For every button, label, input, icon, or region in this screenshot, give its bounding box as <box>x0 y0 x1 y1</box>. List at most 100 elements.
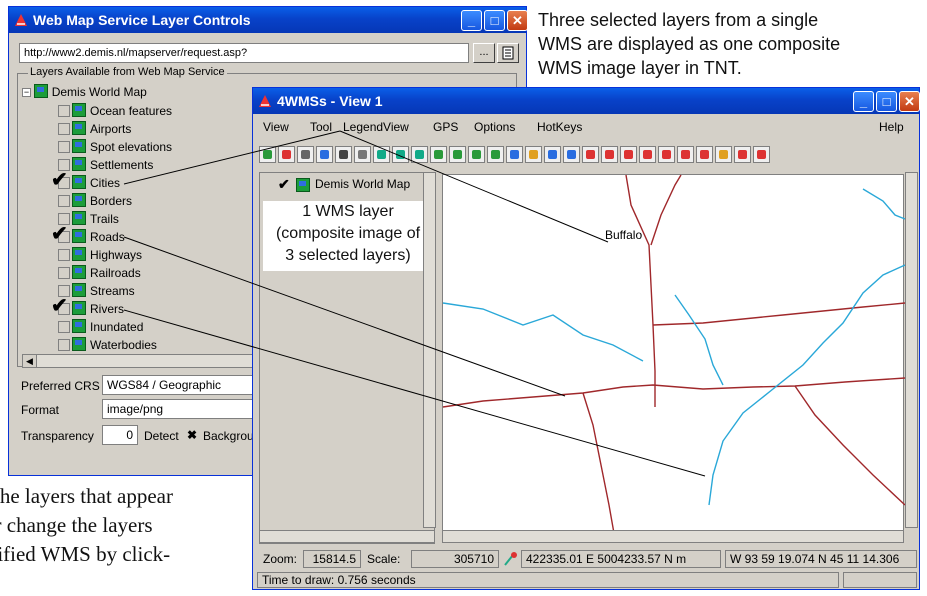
collapse-icon[interactable]: − <box>22 88 31 97</box>
status-cell <box>843 572 917 588</box>
toolbar-tool-button[interactable] <box>734 146 751 163</box>
layer-label: Railroads <box>90 266 141 280</box>
layer-checkbox[interactable] <box>58 267 70 279</box>
map-canvas[interactable]: Buffalo <box>442 174 906 540</box>
minimize-icon[interactable]: _ <box>461 10 482 31</box>
toolbar-tool-button[interactable] <box>354 146 371 163</box>
toolbar-tool-button[interactable] <box>430 146 447 163</box>
toolbar-tool-button[interactable] <box>677 146 694 163</box>
maximize-icon[interactable]: □ <box>876 91 897 112</box>
tree-root-item[interactable]: − Demis World Map <box>22 84 147 100</box>
transparency-field[interactable]: 0 <box>102 425 138 445</box>
toolbar-tool-button[interactable] <box>696 146 713 163</box>
toolbar-tool-button[interactable] <box>715 146 732 163</box>
toolbar-tool-button[interactable] <box>373 146 390 163</box>
layer-checkbox[interactable] <box>58 105 70 117</box>
globe-layer-icon <box>34 84 49 98</box>
menu-gps[interactable]: GPS <box>433 120 458 134</box>
check-icon[interactable]: ✔ <box>278 176 290 193</box>
callout-line: 1 WMS layer <box>302 203 394 220</box>
toolbar-tool-button[interactable] <box>639 146 656 163</box>
layer-item[interactable]: Streams <box>58 282 135 300</box>
view-window-titlebar[interactable]: 4WMSs - View 1 _ □ ✕ <box>253 88 920 114</box>
wms-url-field[interactable]: http://www2.demis.nl/mapserver/request.a… <box>19 43 469 63</box>
legend-horizontal-scrollbar[interactable] <box>259 530 435 543</box>
toolbar-tool-button[interactable] <box>601 146 618 163</box>
layer-label: Rivers <box>90 302 125 316</box>
globe-layer-icon <box>72 175 86 189</box>
toolbar-tool-button[interactable] <box>392 146 409 163</box>
toolbar-tool-button[interactable] <box>411 146 428 163</box>
layer-item[interactable]: Highways <box>58 246 142 264</box>
layer-checkbox[interactable] <box>58 321 70 333</box>
menu-view[interactable]: View <box>263 120 289 134</box>
caption-top-line: WMS image layer in TNT. <box>538 58 742 78</box>
ellipsis-icon[interactable]: ... <box>473 43 495 63</box>
layer-item[interactable]: ✔ Roads <box>51 224 125 246</box>
menu-hotkeys[interactable]: HotKeys <box>537 120 582 134</box>
layer-item[interactable]: ✔ Cities <box>51 170 120 192</box>
toolbar-tool-button[interactable] <box>506 146 523 163</box>
toolbar-tool-button[interactable] <box>297 146 314 163</box>
legend-vertical-scrollbar[interactable] <box>423 172 436 528</box>
layer-checkbox[interactable]: ✔ <box>51 224 70 244</box>
layer-item[interactable]: Airports <box>58 120 131 138</box>
check-icon: ✔ <box>51 223 68 245</box>
toolbar-tool-button[interactable] <box>582 146 599 163</box>
layer-checkbox[interactable]: ✔ <box>51 296 70 316</box>
menu-tool[interactable]: Tool <box>310 120 332 134</box>
toolbar-tool-button[interactable] <box>658 146 675 163</box>
toolbar-tool-button[interactable] <box>468 146 485 163</box>
toolbar-tool-button[interactable] <box>753 146 770 163</box>
layer-item[interactable]: Borders <box>58 192 132 210</box>
crs-field[interactable]: WGS84 / Geographic <box>102 375 262 395</box>
layer-item[interactable]: Spot elevations <box>58 138 172 156</box>
layer-checkbox[interactable] <box>58 339 70 351</box>
layer-item[interactable]: ✔ Rivers <box>51 296 125 318</box>
toolbar-tool-button[interactable] <box>544 146 561 163</box>
toolbar-tool-button[interactable] <box>259 146 276 163</box>
close-icon[interactable]: ✕ <box>899 91 920 112</box>
toolbar-tool-button[interactable] <box>335 146 352 163</box>
maximize-icon[interactable]: □ <box>484 10 505 31</box>
scroll-left-icon[interactable]: ◀ <box>23 355 37 367</box>
wms-window-titlebar[interactable]: Web Map Service Layer Controls _ □ ✕ <box>9 7 528 33</box>
view-window: 4WMSs - View 1 _ □ ✕ View Tool LegendVie… <box>252 87 920 590</box>
minimize-icon[interactable]: _ <box>853 91 874 112</box>
layer-checkbox[interactable] <box>58 123 70 135</box>
map-vertical-scrollbar[interactable] <box>905 172 918 528</box>
layer-label: Spot elevations <box>90 140 173 154</box>
layer-item[interactable]: Waterbodies <box>58 336 157 354</box>
toolbar-tool-button[interactable] <box>563 146 580 163</box>
layer-item[interactable]: Inundated <box>58 318 143 336</box>
layer-label: Roads <box>90 230 125 244</box>
toolbar-tool-button[interactable] <box>449 146 466 163</box>
map-horizontal-scrollbar[interactable] <box>442 530 904 543</box>
toolbar-tool-button[interactable] <box>278 146 295 163</box>
toolbar-tool-button[interactable] <box>487 146 504 163</box>
toolbar-tool-button[interactable] <box>525 146 542 163</box>
zoom-field[interactable]: 15814.5 <box>303 550 361 568</box>
legend-layer-label[interactable]: Demis World Map <box>315 177 410 191</box>
toolbar-tool-button[interactable] <box>620 146 637 163</box>
geographic-coordinates-field: W 93 59 19.074 N 45 11 14.306 <box>725 550 917 568</box>
layer-checkbox[interactable] <box>58 141 70 153</box>
menu-help[interactable]: Help <box>879 120 904 134</box>
layer-checkbox[interactable] <box>58 249 70 261</box>
close-icon[interactable]: ✕ <box>507 10 528 31</box>
format-field[interactable]: image/png <box>102 399 262 419</box>
projected-coordinates-field: 422335.01 E 5004233.57 N m <box>521 550 721 568</box>
layer-item[interactable]: Railroads <box>58 264 141 282</box>
layer-item[interactable]: Settlements <box>58 156 153 174</box>
layer-checkbox[interactable] <box>58 195 70 207</box>
detect-label[interactable]: Detect <box>144 429 179 443</box>
list-icon[interactable] <box>497 43 519 63</box>
toolbar-tool-button[interactable] <box>316 146 333 163</box>
background-checkbox[interactable]: ✖ <box>187 428 197 442</box>
menu-options[interactable]: Options <box>474 120 515 134</box>
layers-horizontal-scrollbar[interactable]: ◀ <box>22 354 272 368</box>
scale-field[interactable]: 305710 <box>411 550 499 568</box>
layer-checkbox[interactable]: ✔ <box>51 170 70 190</box>
layer-item[interactable]: Ocean features <box>58 102 172 120</box>
menu-legendview[interactable]: LegendView <box>343 120 409 134</box>
